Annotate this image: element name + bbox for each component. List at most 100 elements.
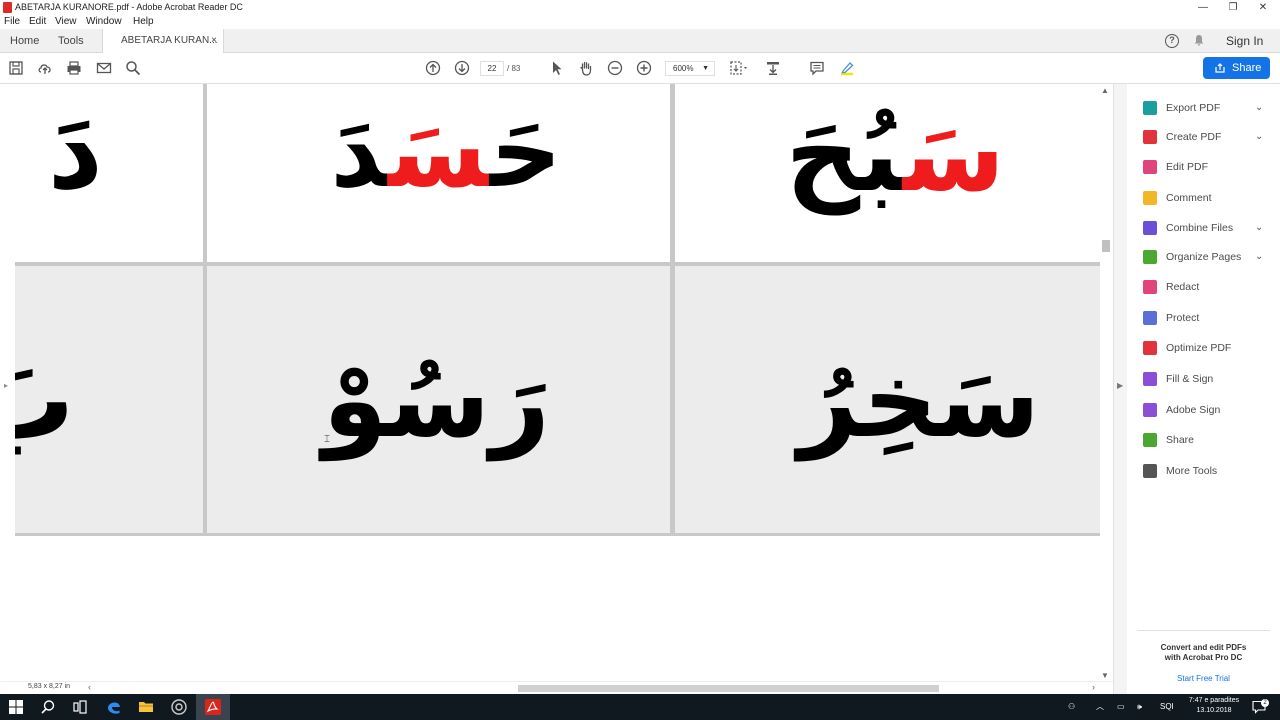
redact-icon [1143,280,1157,294]
tool-comment[interactable]: Comment [1127,184,1280,212]
close-window-button[interactable]: ✕ [1246,0,1280,15]
arabic-word-2-last: دَ [330,93,389,210]
fit-page-icon[interactable] [729,60,751,76]
page-number-input[interactable]: 22 [480,61,504,76]
arabic-word-6: سَخِرُ [798,339,1040,461]
share-button[interactable]: Share [1203,57,1270,79]
arabic-word-3: سَبُحَ [785,84,1005,244]
menu-edit[interactable]: Edit [29,15,46,29]
upload-cloud-icon[interactable] [37,60,53,76]
hand-tool-icon[interactable] [578,60,594,76]
zoom-in-icon[interactable] [636,60,652,76]
acrobat-reader-taskbar-icon[interactable] [196,694,230,720]
search-icon[interactable] [125,60,141,76]
chrome-browser-icon[interactable] [171,699,187,715]
comment-icon[interactable] [809,60,825,76]
vertical-scrollbar[interactable]: ▲ ▼ [1100,84,1113,684]
scroll-left-icon[interactable]: ‹ [88,682,91,692]
tool-protect[interactable]: Protect [1127,304,1280,332]
zoom-out-icon[interactable] [607,60,623,76]
people-icon[interactable]: ⚇ [1068,694,1075,720]
upgrade-promo: Convert and edit PDFs with Acrobat Pro D… [1137,630,1270,684]
search-icon[interactable] [40,699,56,715]
tool-share[interactable]: Share [1127,426,1280,454]
scroll-down-icon[interactable]: ▼ [1101,671,1109,680]
menu-view[interactable]: View [55,15,77,29]
tool-adobe-sign[interactable]: Adobe Sign [1127,396,1280,424]
letter-cell-5: رَسُوْ ⌶ [207,266,670,533]
select-cursor-icon[interactable] [549,60,565,76]
arabic-word-5: رَسُوْ [322,339,550,461]
edge-browser-icon[interactable] [106,699,122,715]
scroll-up-icon[interactable]: ▲ [1101,86,1109,95]
minimize-button[interactable]: — [1186,0,1220,15]
action-center-icon[interactable]: 2 [1252,694,1269,720]
page-size-label: 5,83 x 8,27 in [28,683,71,690]
next-page-icon[interactable] [454,60,470,76]
promo-line-2: with Acrobat Pro DC [1164,653,1243,662]
horizontal-scrollbar[interactable]: 5,83 x 8,27 in ‹ › [0,681,1113,694]
menu-file[interactable]: File [4,15,20,29]
sign-in-link[interactable]: Sign In [1226,29,1263,53]
document-viewer[interactable]: دَ حَسَدَ سَبُحَ بَ رَسُوْ ⌶ سَخِرُ ▸ ▲ … [0,84,1113,694]
tool-export-pdf[interactable]: Export PDF ⌄ [1127,94,1280,122]
help-icon[interactable]: ? [1165,34,1179,48]
tool-label: Organize Pages [1166,251,1242,263]
tool-redact[interactable]: Redact [1127,273,1280,301]
battery-icon[interactable]: ▭ [1117,694,1125,720]
notification-count-badge: 2 [1261,699,1269,707]
scroll-right-icon[interactable]: › [1092,682,1095,692]
letter-cell-2: حَسَدَ [207,84,670,262]
zoom-level-dropdown[interactable]: 600% ▼ [665,61,715,76]
highlighter-icon[interactable] [839,60,855,76]
tool-more-tools[interactable]: More Tools [1127,457,1280,485]
email-icon[interactable] [96,60,112,76]
tool-label: Comment [1166,192,1212,204]
tool-label: Create PDF [1166,131,1222,143]
tab-home[interactable]: Home [10,29,39,53]
tool-combine-files[interactable]: Combine Files ⌄ [1127,214,1280,242]
notification-bell-icon[interactable] [1193,34,1205,46]
windows-start-icon[interactable] [8,699,24,715]
tool-edit-pdf[interactable]: Edit PDF [1127,153,1280,181]
adobe-sign-icon [1143,403,1157,417]
show-hidden-icons-icon[interactable]: ︿ [1096,694,1104,720]
tool-fill-sign[interactable]: Fill & Sign [1127,365,1280,393]
chevron-down-icon[interactable]: ⌄ [1255,123,1263,151]
tool-label: Combine Files [1166,222,1234,234]
print-icon[interactable] [66,60,82,76]
language-indicator[interactable]: SQI [1160,694,1174,720]
tool-organize-pages[interactable]: Organize Pages ⌄ [1127,243,1280,271]
tab-document[interactable]: ABETARJA KURAN... × [102,29,224,53]
windows-taskbar: ⚇ ︿ ▭ 🕪 SQI 7:47 e paradites 13.10.2018 … [0,694,1280,720]
share-arrow-icon [1215,63,1225,73]
tab-bar: Home Tools ABETARJA KURAN... × ? Sign In [0,29,1280,53]
scroll-mode-icon[interactable] [765,60,781,76]
right-panel-toggle[interactable]: ▶ [1113,84,1127,694]
text-cursor-icon: ⌶ [324,434,330,445]
tab-tools[interactable]: Tools [58,29,84,53]
chevron-down-icon[interactable]: ⌄ [1255,94,1263,122]
collapse-panel-icon: ▶ [1117,381,1124,390]
restore-button[interactable]: ❐ [1216,0,1250,15]
chevron-down-icon[interactable]: ⌄ [1255,243,1263,271]
arabic-word-3-rest: بُحَ [785,93,903,215]
close-tab-icon[interactable]: × [211,29,217,53]
left-nav-arrow-icon[interactable]: ▸ [4,381,8,390]
save-icon[interactable] [8,60,24,76]
tool-create-pdf[interactable]: Create PDF ⌄ [1127,123,1280,151]
previous-page-icon[interactable] [425,60,441,76]
file-explorer-icon[interactable] [138,699,154,715]
system-clock[interactable]: 7:47 e paradites 13.10.2018 [1183,696,1245,716]
chevron-down-icon[interactable]: ⌄ [1255,214,1263,242]
tool-label: Share [1166,434,1195,446]
task-view-icon[interactable] [72,699,88,715]
menu-bar: File Edit View Window Help [0,15,1280,29]
start-free-trial-link[interactable]: Start Free Trial [1137,674,1270,684]
tool-optimize-pdf[interactable]: Optimize PDF [1127,334,1280,362]
volume-icon[interactable]: 🕪 [1137,694,1142,720]
menu-help[interactable]: Help [133,15,154,29]
menu-window[interactable]: Window [86,15,122,29]
vertical-scroll-thumb[interactable] [1102,240,1110,252]
horizontal-scroll-thumb[interactable] [518,685,939,692]
